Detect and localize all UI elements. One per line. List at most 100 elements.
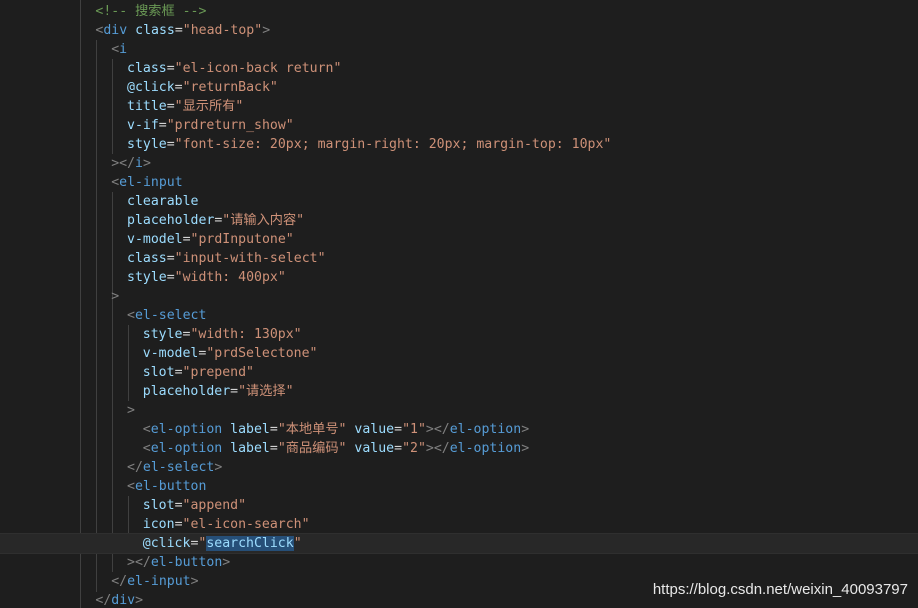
- code-line[interactable]: v-if="prdreturn_show": [0, 116, 918, 135]
- code-line-content: <el-select: [127, 306, 206, 325]
- code-token-str: "商品编码": [277, 441, 347, 456]
- code-line[interactable]: slot="append": [0, 496, 918, 515]
- code-token-text: =: [166, 61, 175, 76]
- code-line[interactable]: v-model="prdSelectone": [0, 344, 918, 363]
- code-token-str: "请选择": [238, 384, 294, 399]
- code-token-sel: searchClick: [206, 536, 294, 551]
- code-token-attr: class: [127, 61, 167, 76]
- code-token-attr: placeholder: [142, 384, 231, 399]
- code-line[interactable]: clearable: [0, 192, 918, 211]
- code-token-str: "width: 400px": [174, 270, 286, 285]
- code-line[interactable]: <!-- 搜索框 -->: [0, 2, 918, 21]
- code-line-content: <el-input: [111, 173, 182, 192]
- code-line-content: ></i>: [111, 154, 151, 173]
- code-token-punct: >: [111, 289, 120, 304]
- code-token-tag: div: [103, 23, 128, 38]
- code-line[interactable]: placeholder="请输入内容": [0, 211, 918, 230]
- code-token-attr: @click: [142, 536, 191, 551]
- code-line[interactable]: </el-select>: [0, 458, 918, 477]
- code-line[interactable]: <el-button: [0, 477, 918, 496]
- code-token-punct: ></: [425, 422, 450, 437]
- code-token-str: "prepend": [182, 365, 254, 380]
- code-token-text: =: [166, 251, 175, 266]
- code-line-content: slot="prepend": [143, 363, 254, 382]
- code-token-str: "width: 130px": [190, 327, 302, 342]
- code-token-str: "1": [402, 422, 426, 437]
- code-token-text: =: [166, 270, 175, 285]
- code-line[interactable]: <el-input: [0, 173, 918, 192]
- code-token-text: =: [230, 384, 239, 399]
- code-token-punct: >: [521, 441, 530, 456]
- code-line[interactable]: ></el-button>: [0, 553, 918, 572]
- code-token-str: ": [293, 536, 302, 551]
- code-token-attr: v-model: [127, 232, 183, 247]
- code-token-text: =: [166, 137, 175, 152]
- code-token-text: =: [174, 517, 183, 532]
- code-token-attr: class: [127, 251, 167, 266]
- code-token-punct: </: [111, 574, 128, 589]
- code-line[interactable]: >: [0, 401, 918, 420]
- code-line[interactable]: <i: [0, 40, 918, 59]
- code-token-text: =: [174, 23, 183, 38]
- code-line[interactable]: <el-option label="本地单号" value="1"></el-o…: [0, 420, 918, 439]
- code-token-comment: <!-- 搜索框 -->: [95, 4, 207, 19]
- code-line-content: style="font-size: 20px; margin-right: 20…: [127, 135, 611, 154]
- code-line[interactable]: title="显示所有": [0, 97, 918, 116]
- code-token-tag: el-select: [142, 460, 215, 475]
- code-line[interactable]: style="width: 400px": [0, 268, 918, 287]
- code-line[interactable]: @click="returnBack": [0, 78, 918, 97]
- code-token-tag: el-button: [150, 555, 223, 570]
- code-line[interactable]: >: [0, 287, 918, 306]
- code-line-content: <div class="head-top">: [95, 21, 270, 40]
- code-token-attr: @click: [127, 80, 175, 95]
- code-line[interactable]: style="width: 130px": [0, 325, 918, 344]
- code-token-text: =: [174, 498, 183, 513]
- code-token-punct: </: [127, 460, 143, 475]
- code-line[interactable]: v-model="prdInputone": [0, 230, 918, 249]
- code-token-punct: >: [262, 23, 271, 38]
- code-line[interactable]: ></i>: [0, 154, 918, 173]
- code-line-active[interactable]: @click="searchClick": [0, 533, 918, 554]
- code-token-punct: <: [111, 42, 120, 57]
- code-token-attr: style: [127, 270, 167, 285]
- code-line[interactable]: style="font-size: 20px; margin-right: 20…: [0, 135, 918, 154]
- code-token-text: =: [182, 232, 191, 247]
- code-line-content: </el-select>: [127, 458, 222, 477]
- code-token-str: "prdInputone": [190, 232, 294, 247]
- code-line[interactable]: class="input-with-select": [0, 249, 918, 268]
- code-editor[interactable]: <!-- 搜索框 --> <div class="head-top"> <i clas…: [0, 0, 918, 608]
- code-token-punct: ></: [127, 555, 151, 570]
- code-token-text: =: [394, 422, 403, 437]
- code-line-content: style="width: 400px": [127, 268, 286, 287]
- code-token-text: =: [269, 422, 278, 437]
- code-line-content: <el-option label="商品编码" value="2"></el-o…: [143, 439, 529, 458]
- code-token-punct: >: [190, 574, 199, 589]
- code-line[interactable]: <div class="head-top">: [0, 21, 918, 40]
- code-line[interactable]: icon="el-icon-search": [0, 515, 918, 534]
- code-token-punct: >: [135, 593, 144, 608]
- code-line[interactable]: <el-option label="商品编码" value="2"></el-o…: [0, 439, 918, 458]
- code-token-attr: style: [142, 327, 183, 342]
- code-token-str: "el-icon-search": [182, 517, 310, 532]
- code-token-str: "显示所有": [174, 99, 244, 114]
- code-token-str: "2": [402, 441, 426, 456]
- code-line[interactable]: class="el-icon-back return": [0, 59, 918, 78]
- code-line[interactable]: slot="prepend": [0, 363, 918, 382]
- code-line-content: </div>: [95, 591, 143, 608]
- code-line-content: placeholder="请选择": [143, 382, 294, 401]
- code-line-content: <el-button: [127, 477, 206, 496]
- code-token-str: "本地单号": [277, 422, 347, 437]
- code-line-content: >: [111, 287, 119, 306]
- code-token-punct: <: [111, 175, 120, 190]
- code-token-attr: value: [354, 422, 395, 437]
- code-token-tag: i: [119, 42, 128, 57]
- code-token-str: "请输入内容": [222, 213, 305, 228]
- code-lines[interactable]: <!-- 搜索框 --> <div class="head-top"> <i clas…: [0, 2, 918, 608]
- code-token-text: =: [394, 441, 403, 456]
- code-line[interactable]: <el-select: [0, 306, 918, 325]
- code-token-punct: </: [95, 593, 112, 608]
- code-line[interactable]: placeholder="请选择": [0, 382, 918, 401]
- code-token-attr: icon: [142, 517, 175, 532]
